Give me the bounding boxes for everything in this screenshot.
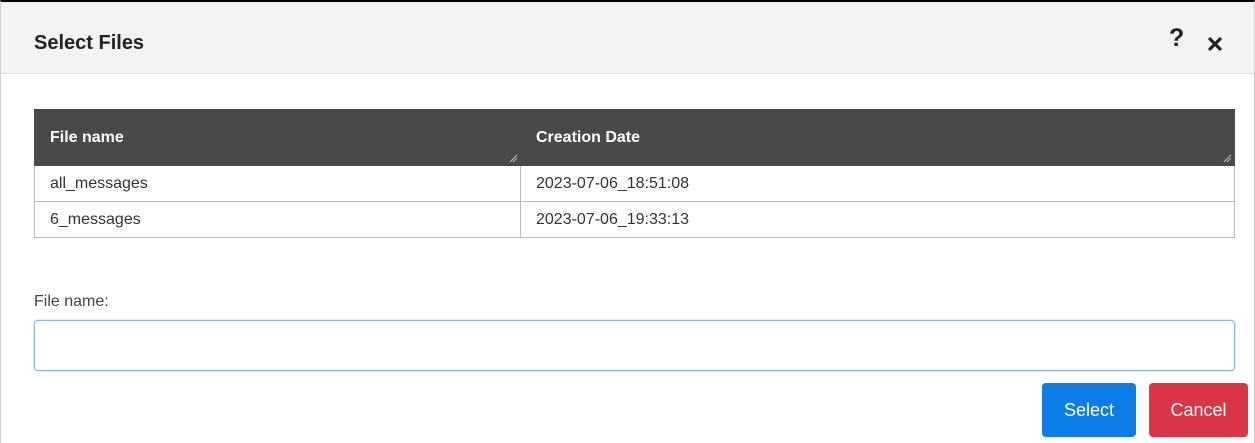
select-files-dialog: Select Files ? File name Creation Date a… [0, 0, 1255, 443]
table-header-row: File name Creation Date [34, 109, 1235, 166]
cancel-button[interactable]: Cancel [1149, 383, 1248, 437]
column-header-label: File name [50, 128, 124, 146]
file-name-cell: 6_messages [34, 201, 521, 238]
dialog-title: Select Files [34, 32, 145, 54]
close-icon[interactable] [1207, 36, 1223, 52]
file-table: File name Creation Date all_messages 202… [34, 109, 1235, 238]
column-header-creation-date[interactable]: Creation Date [520, 109, 1235, 166]
column-header-file-name[interactable]: File name [34, 109, 521, 166]
dialog-header: Select Files ? [1, 2, 1254, 74]
resize-handle-icon[interactable] [509, 154, 518, 163]
table-row[interactable]: all_messages 2023-07-06_18:51:08 [34, 165, 1235, 202]
file-name-input[interactable] [34, 320, 1235, 371]
creation-date-cell: 2023-07-06_19:33:13 [520, 201, 1235, 238]
column-header-label: Creation Date [536, 128, 641, 146]
file-name-cell: all_messages [34, 165, 521, 202]
help-icon[interactable]: ? [1169, 26, 1184, 51]
creation-date-cell: 2023-07-06_18:51:08 [520, 165, 1235, 202]
file-name-label: File name: [34, 293, 109, 310]
resize-handle-icon[interactable] [1223, 154, 1232, 163]
table-row[interactable]: 6_messages 2023-07-06_19:33:13 [34, 201, 1235, 238]
select-button[interactable]: Select [1042, 383, 1136, 437]
